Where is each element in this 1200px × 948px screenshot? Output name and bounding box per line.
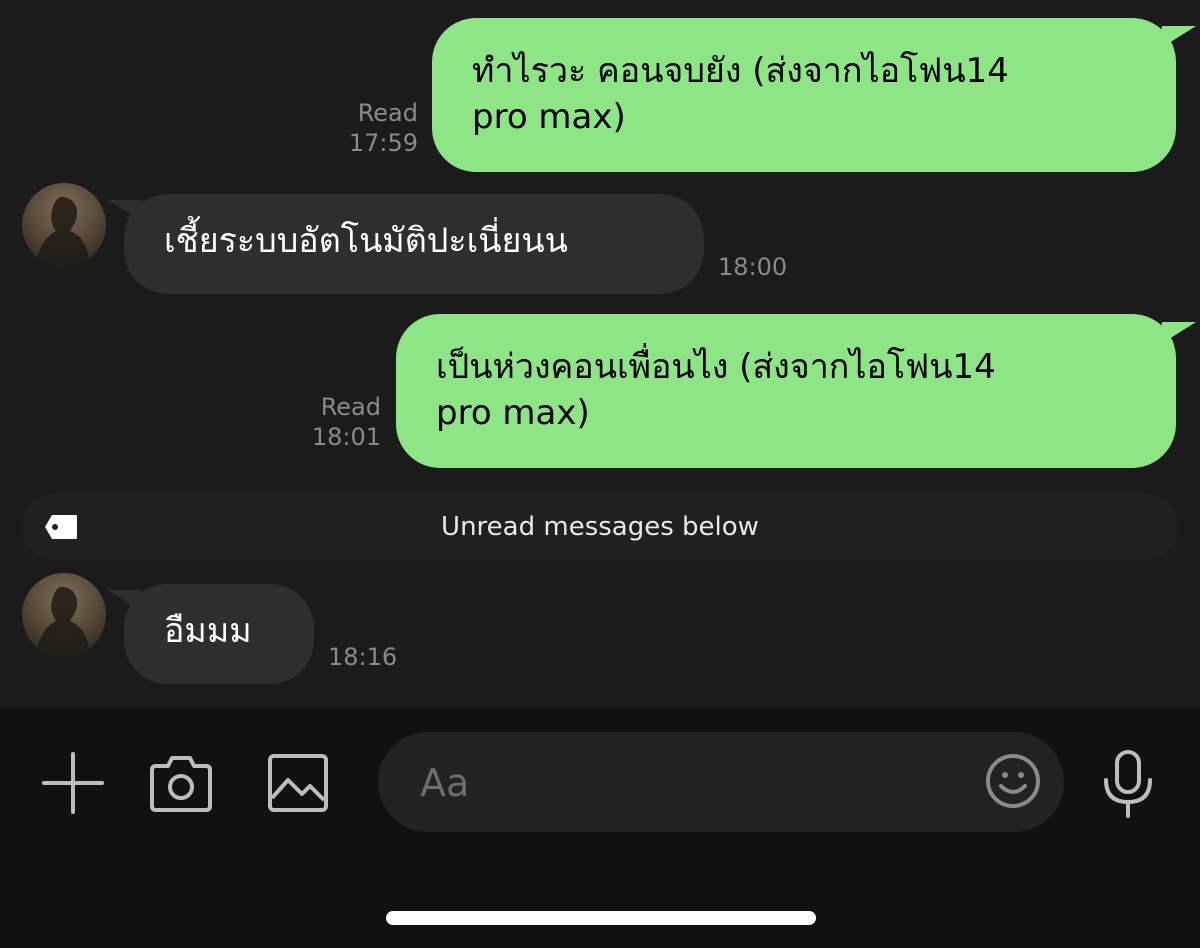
outgoing-message[interactable]: ทำไรวะ คอนจบยัง (ส่งจากไอโฟน14 pro max) (432, 18, 1197, 172)
incoming-message[interactable]: เชี้ยระบบอัตโนมัติปะเนี่ยนน (107, 194, 704, 294)
emoji-icon[interactable] (984, 752, 1042, 810)
bubble-tail (1157, 322, 1197, 346)
incoming-message[interactable]: อืมมม (107, 584, 314, 684)
bubble-tail (107, 200, 147, 224)
read-status: Read (320, 393, 381, 421)
avatar[interactable] (22, 183, 106, 267)
message-meta: Read 18:01 (281, 392, 381, 452)
message-text: เชี้ยระบบอัตโนมัติปะเนี่ยนน (164, 221, 568, 261)
message-text: เป็นห่วงคอนเพื่อนไง (ส่งจากไอโฟน14 pro m… (436, 347, 996, 433)
message-meta: Read 17:59 (318, 98, 418, 158)
unread-banner: Unread messages below (22, 494, 1178, 560)
bubble-tail (1157, 26, 1197, 50)
message-composer[interactable] (378, 732, 1064, 832)
outgoing-message[interactable]: เป็นห่วงคอนเพื่อนไง (ส่งจากไอโฟน14 pro m… (396, 314, 1197, 468)
bubble-tail (107, 590, 147, 614)
avatar[interactable] (22, 573, 106, 657)
message-input[interactable] (418, 756, 962, 810)
message-text: อืมมม (164, 611, 252, 651)
avatar-silhouette-icon (36, 587, 90, 657)
camera-icon[interactable] (150, 754, 212, 812)
home-indicator[interactable] (386, 911, 816, 925)
message-time: 18:16 (328, 643, 398, 671)
image-icon[interactable] (268, 754, 330, 814)
message-time: 18:01 (311, 423, 381, 451)
message-time: 18:00 (718, 253, 788, 281)
avatar-silhouette-icon (36, 197, 90, 267)
read-status: Read (357, 99, 418, 127)
message-text: ทำไรวะ คอนจบยัง (ส่งจากไอโฟน14 pro max) (472, 51, 1009, 137)
message-time: 17:59 (348, 129, 418, 157)
unread-label: Unread messages below (441, 512, 759, 542)
chat-area: Read 17:59 ทำไรวะ คอนจบยัง (ส่งจากไอโฟน1… (0, 0, 1200, 708)
plus-icon[interactable] (42, 752, 104, 814)
microphone-icon[interactable] (1100, 750, 1156, 818)
